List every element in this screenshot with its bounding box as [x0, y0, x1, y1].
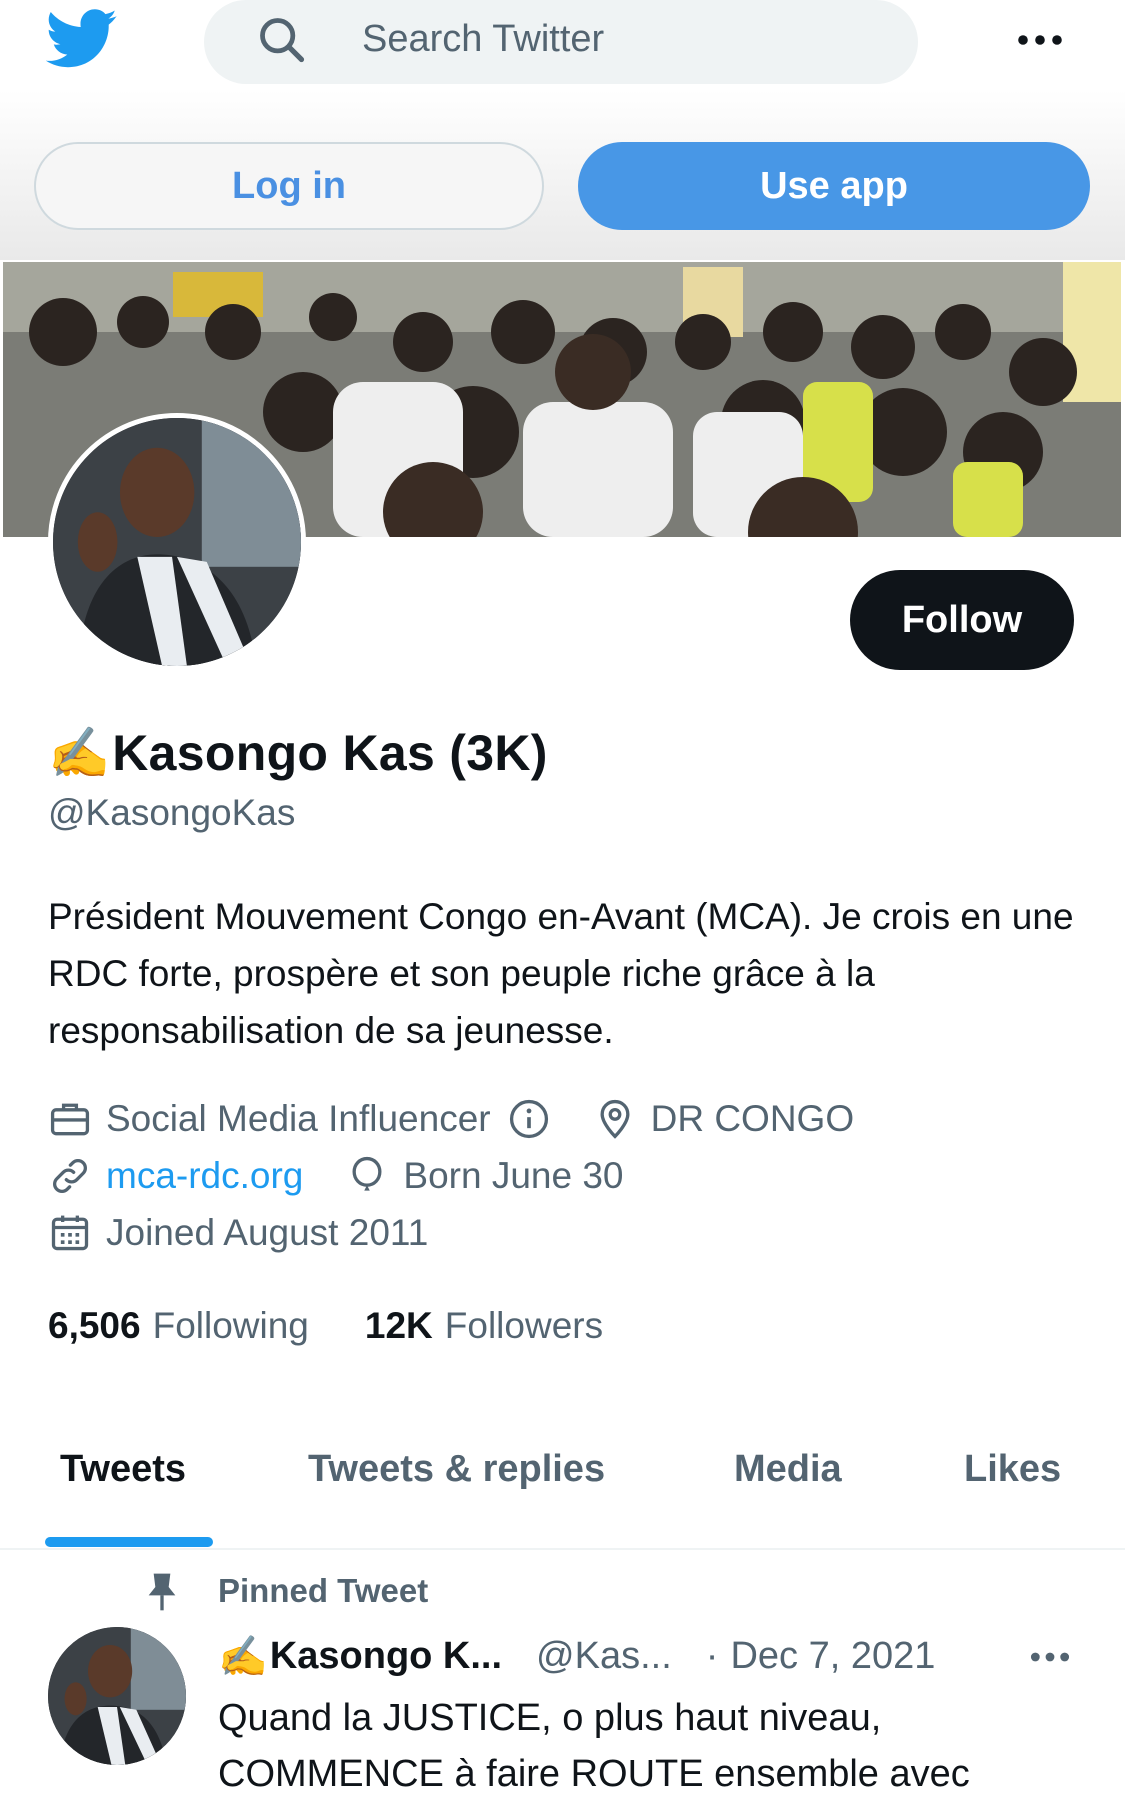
followers-label: Followers — [444, 1305, 604, 1346]
tab-media[interactable]: Media — [734, 1448, 842, 1491]
link-icon — [53, 1159, 87, 1193]
use-app-button[interactable]: Use app — [578, 142, 1090, 230]
tab-likes[interactable]: Likes — [964, 1448, 1061, 1491]
auth-bar: Log in Use app — [0, 90, 1125, 260]
profile-tabs: Tweets Tweets & replies Media Likes — [0, 1430, 1125, 1550]
search-placeholder: Search Twitter — [362, 18, 605, 60]
tweet-separator: · — [705, 1634, 719, 1677]
tab-tweets[interactable]: Tweets — [60, 1448, 186, 1491]
tweet-text: Quand la JUSTICE, o plus haut niveau, CO… — [218, 1697, 970, 1795]
search-bar[interactable]: Search Twitter — [204, 0, 918, 84]
followers-stat[interactable]: 12K Followers — [365, 1305, 603, 1347]
profile-location: DR CONGO — [650, 1098, 855, 1139]
followers-count: 12K — [364, 1305, 433, 1346]
location-pin-icon — [600, 1099, 630, 1139]
twitter-profile-page: Search Twitter Log in Use app Follow ✍️ … — [0, 0, 1125, 1815]
profile-meta-row-2: mca-rdc.org Born June 30 — [48, 1148, 624, 1204]
tweet-date[interactable]: Dec 7, 2021 — [730, 1635, 935, 1678]
briefcase-icon — [50, 1103, 90, 1136]
calendar-icon — [51, 1215, 89, 1251]
search-icon — [260, 18, 305, 63]
tweet-author-name[interactable]: Kasongo K... — [270, 1635, 502, 1678]
profile-meta-row-3: Joined August 2011 — [48, 1205, 428, 1261]
profile-birthday: Born June 30 — [403, 1155, 624, 1196]
tab-tweets-replies[interactable]: Tweets & replies — [308, 1448, 605, 1491]
profile-joined-date: Joined August 2011 — [106, 1212, 429, 1253]
profile-website-link[interactable]: mca-rdc.org — [106, 1155, 303, 1197]
following-count: 6,506 — [48, 1305, 141, 1346]
pin-icon — [148, 1573, 176, 1611]
profile-name-row: ✍️ Kasongo Kas (3K) — [48, 718, 548, 788]
pinned-tweet-label: Pinned Tweet — [218, 1572, 429, 1609]
writing-hand-icon: ✍️ — [48, 725, 111, 781]
profile-bio: Président Mouvement Congo en-Avant (MCA)… — [48, 896, 1074, 1051]
profile-handle: @KasongoKas — [48, 792, 296, 833]
following-stat[interactable]: 6,506 Following — [48, 1305, 309, 1347]
active-tab-indicator — [45, 1537, 213, 1547]
tweet-header: ✍️ Kasongo K... @Kas... · Dec 7, 2021 — [218, 1626, 935, 1686]
info-icon[interactable] — [507, 1097, 551, 1141]
profile-meta-row-1: Social Media Influencer DR CONGO — [48, 1091, 854, 1147]
tweet-author-avatar[interactable] — [48, 1627, 186, 1765]
profile-name: Kasongo Kas (3K) — [112, 725, 548, 781]
writing-hand-icon: ✍️ — [218, 1634, 268, 1679]
profile-avatar[interactable] — [48, 413, 306, 671]
top-bar: Search Twitter — [0, 0, 1125, 90]
following-label: Following — [152, 1305, 309, 1346]
follow-counts: 6,506 Following 12K Followers — [48, 1298, 603, 1354]
twitter-bird-icon[interactable] — [46, 8, 118, 70]
login-button[interactable]: Log in — [34, 142, 544, 230]
profile-category: Social Media Influencer — [106, 1098, 491, 1139]
more-horizontal-icon[interactable] — [1028, 1642, 1072, 1672]
more-horizontal-icon[interactable] — [1016, 20, 1064, 60]
balloon-icon — [352, 1156, 382, 1191]
tweet-author-handle[interactable]: @Kas... — [536, 1635, 672, 1678]
follow-button[interactable]: Follow — [850, 570, 1074, 670]
